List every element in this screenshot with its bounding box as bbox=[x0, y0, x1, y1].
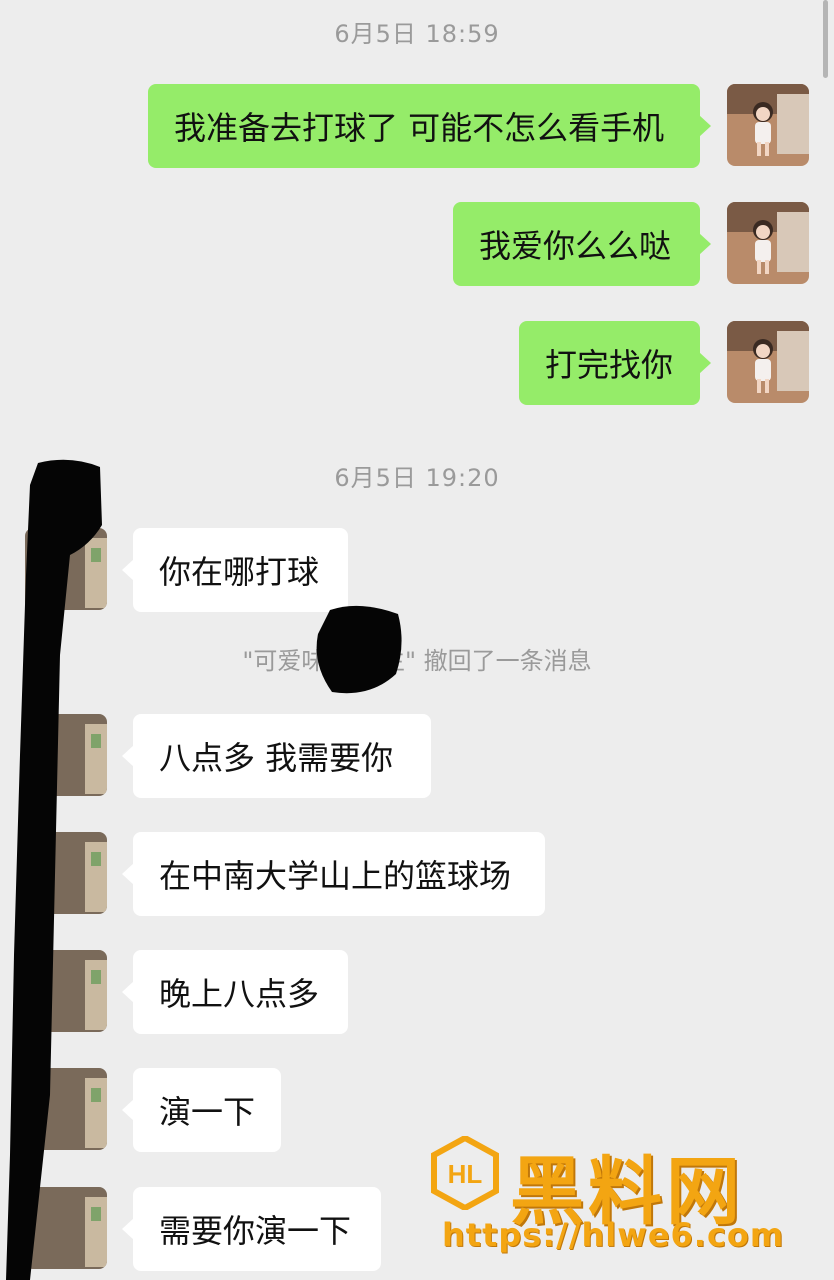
watermark-logo-icon: HL bbox=[431, 1136, 499, 1210]
incoming-message-bubble[interactable]: 演一下 bbox=[122, 1068, 281, 1152]
message-text: 在中南大学山上的篮球场 bbox=[159, 857, 512, 895]
outgoing-message-bubble[interactable]: 我准备去打球了 可能不怎么看手机 bbox=[148, 84, 711, 168]
incoming-message-bubble[interactable]: 八点多 我需要你 bbox=[122, 714, 431, 798]
user-avatar[interactable] bbox=[727, 321, 809, 403]
message-text: 需要你演一下 bbox=[159, 1212, 352, 1250]
outgoing-message-bubble[interactable]: 我爱你么么哒 bbox=[453, 202, 711, 286]
message-text: 晚上八点多 bbox=[159, 975, 320, 1013]
message-text: 我爱你么么哒 bbox=[479, 227, 672, 265]
recall-notice: "可爱味的 先生" 撤回了一条消息 bbox=[242, 647, 592, 675]
svg-text:HL: HL bbox=[448, 1159, 483, 1189]
message-text: 我准备去打球了 可能不怎么看手机 bbox=[174, 109, 665, 147]
redaction-mark bbox=[316, 605, 402, 694]
incoming-message-bubble[interactable]: 在中南大学山上的篮球场 bbox=[122, 832, 545, 916]
message-text: 八点多 我需要你 bbox=[159, 739, 394, 777]
timestamp: 6月5日 18:59 bbox=[334, 20, 500, 48]
user-avatar[interactable] bbox=[727, 202, 809, 284]
timestamp: 6月5日 19:20 bbox=[334, 464, 500, 492]
redaction-mark bbox=[6, 459, 102, 1280]
incoming-message-bubble[interactable]: 需要你演一下 bbox=[122, 1187, 381, 1271]
message-text: 演一下 bbox=[159, 1093, 256, 1131]
outgoing-message-bubble[interactable]: 打完找你 bbox=[519, 321, 711, 405]
message-text: 打完找你 bbox=[545, 346, 674, 384]
watermark-url: https://hlwe6.com bbox=[442, 1216, 785, 1254]
user-avatar[interactable] bbox=[727, 84, 809, 166]
message-text: 你在哪打球 bbox=[159, 553, 320, 591]
incoming-message-bubble[interactable]: 晚上八点多 bbox=[122, 950, 348, 1034]
incoming-message-bubble[interactable]: 你在哪打球 bbox=[122, 528, 348, 612]
